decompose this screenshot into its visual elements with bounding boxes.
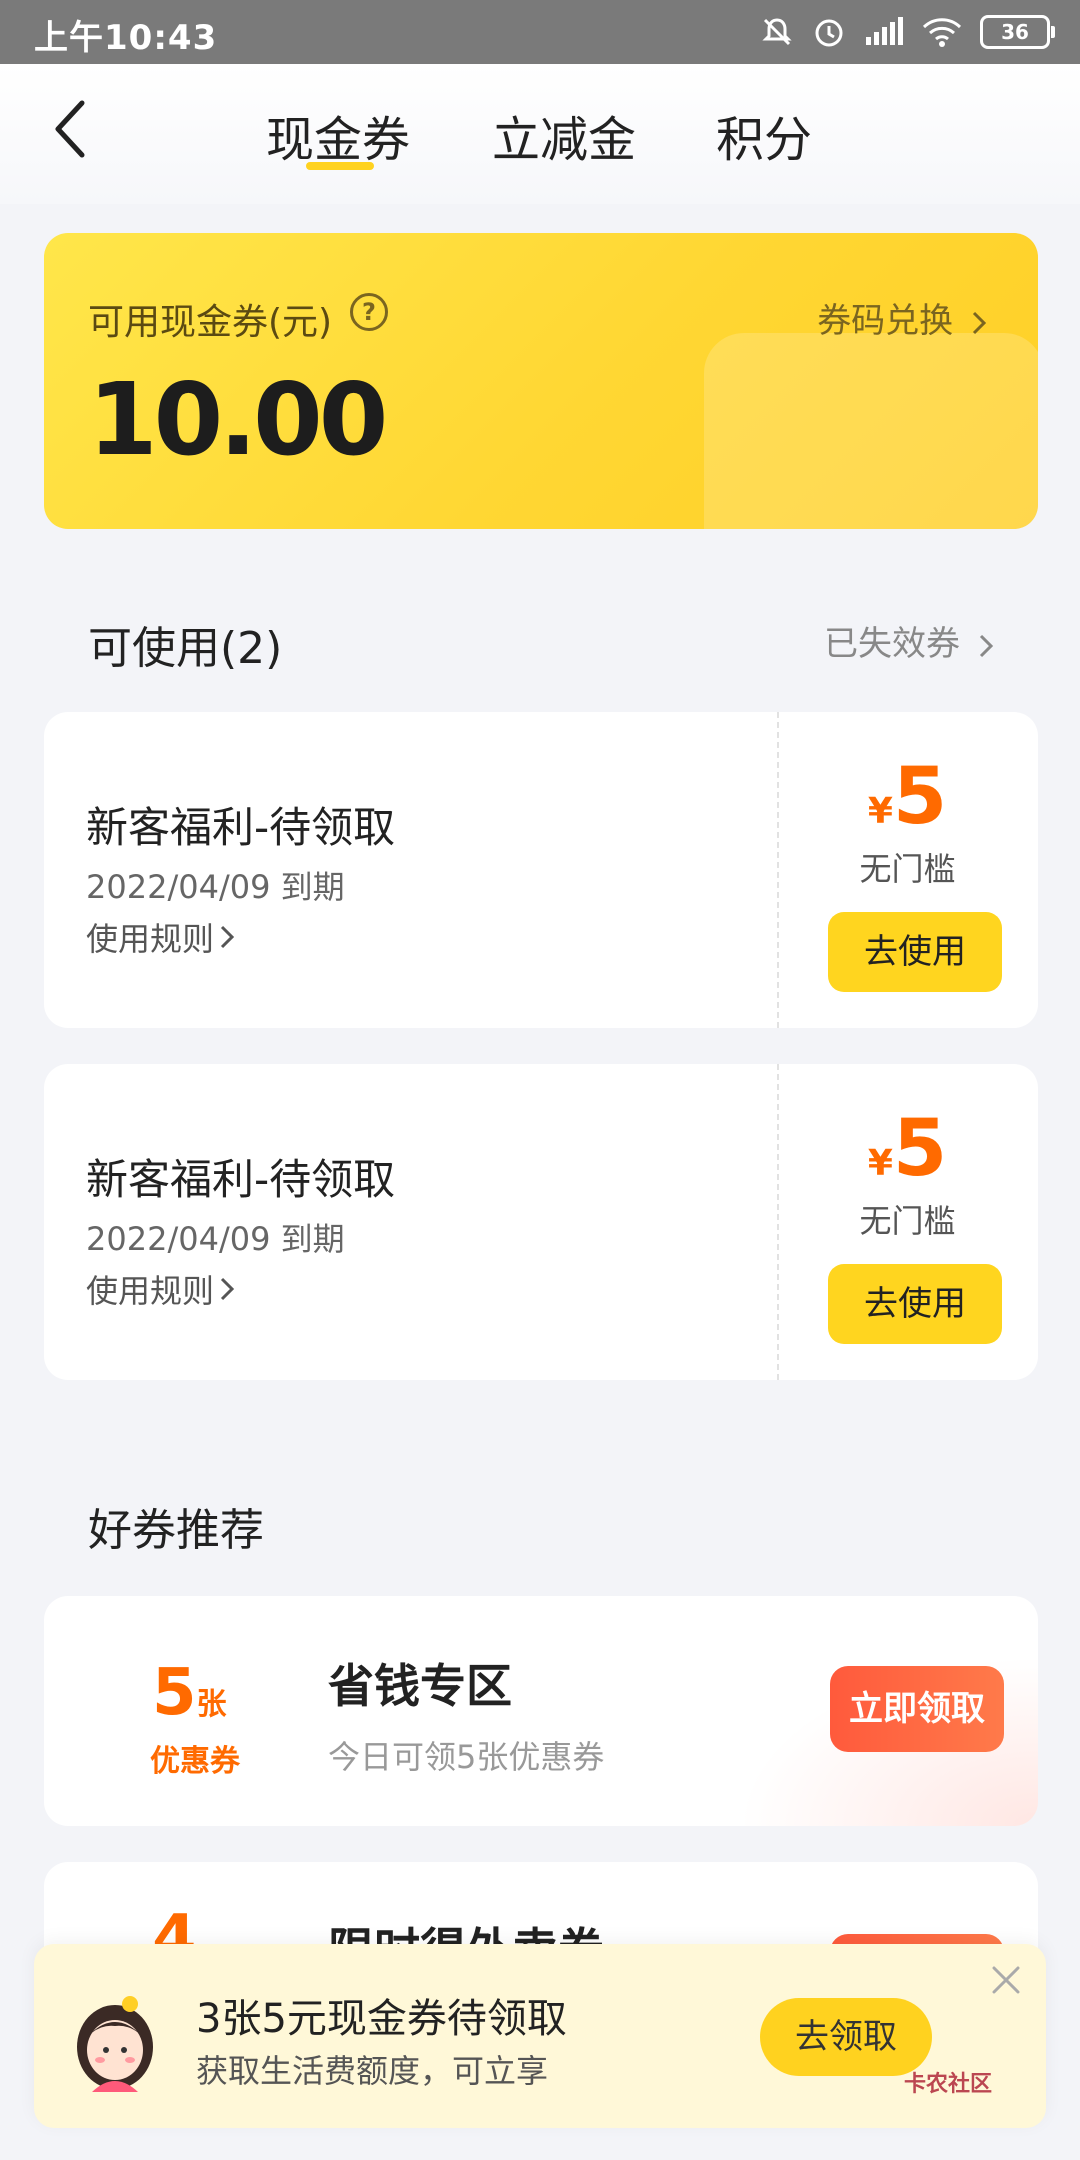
coupon-count: 5张 (152, 1656, 227, 1730)
status-time: 上午10:43 (34, 18, 218, 58)
card-decoration (704, 333, 1038, 529)
banner-title: 3张5元现金券待领取 (196, 1996, 567, 2042)
back-button[interactable] (40, 94, 100, 164)
wifi-icon (922, 17, 962, 47)
alarm-icon (812, 15, 846, 49)
recommend-title: 省钱专区 (328, 1659, 512, 1713)
chevron-right-icon (220, 925, 235, 949)
coupon-condition: 无门槛 (859, 850, 956, 888)
usage-rules-label: 使用规则 (86, 1272, 215, 1310)
coupon-amount: ¥5 (777, 752, 1038, 842)
available-section-title: 可使用(2) (88, 623, 283, 674)
banner-subtitle: 获取生活费额度，可立享 (196, 2052, 549, 2090)
expired-coupons-label: 已失效券 (824, 624, 960, 664)
watermark-logo: 卡农社区 (904, 2072, 993, 2097)
help-icon[interactable]: ? (350, 293, 388, 331)
usage-rules-link[interactable]: 使用规则 (86, 1266, 236, 1312)
chevron-right-icon (979, 634, 993, 657)
mute-bell-icon (760, 15, 794, 49)
claim-now-button[interactable]: 立即领取 (830, 1666, 1004, 1752)
recommend-desc: 今日可领5张优惠券 (328, 1738, 605, 1776)
coupon-count-number: 5 (152, 1656, 197, 1730)
recommend-card[interactable]: 5张 优惠券 省钱专区 今日可领5张优惠券 立即领取 (44, 1596, 1038, 1826)
usage-rules-label: 使用规则 (86, 920, 215, 958)
currency-symbol: ¥ (867, 791, 893, 832)
close-icon (992, 1966, 1020, 1994)
coupon-value: 5 (892, 1104, 948, 1194)
coupon-condition: 无门槛 (859, 1202, 956, 1240)
tab-cash-coupon[interactable]: 现金券 (266, 100, 410, 170)
status-bar: 上午10:43 36 (0, 0, 1080, 64)
tab-points[interactable]: 积分 (716, 100, 812, 170)
coupon-count-label: 优惠券 (150, 1744, 240, 1779)
chevron-left-icon (55, 100, 85, 158)
use-coupon-button[interactable]: 去使用 (828, 912, 1002, 992)
coupon-card: 新客福利-待领取 2022/04/09 到期 使用规则 ¥5 无门槛 去使用 (44, 1064, 1038, 1380)
expired-coupons-link[interactable]: 已失效券 (824, 616, 995, 665)
coupon-card: 新客福利-待领取 2022/04/09 到期 使用规则 ¥5 无门槛 去使用 (44, 712, 1038, 1028)
signal-icon (864, 17, 904, 47)
balance-card: 可用现金券(元) ? 券码兑换 10.00 (44, 233, 1038, 529)
chevron-right-icon (972, 311, 987, 334)
tab-instant-discount[interactable]: 立减金 (492, 100, 636, 170)
coupon-title: 新客福利-待领取 (86, 1155, 396, 1204)
redeem-code-link[interactable]: 券码兑换 (817, 293, 988, 342)
balance-label: 可用现金券(元) (88, 302, 333, 343)
go-claim-button[interactable]: 去领取 (760, 1998, 932, 2076)
balance-amount: 10.00 (88, 361, 388, 478)
status-icons: 36 (760, 12, 1055, 52)
chevron-right-icon (220, 1277, 235, 1301)
usage-rules-link[interactable]: 使用规则 (86, 914, 236, 960)
battery-icon: 36 (980, 15, 1055, 49)
coupon-value: 5 (892, 752, 948, 842)
close-button[interactable] (986, 1960, 1026, 2000)
recommend-section-title: 好券推荐 (88, 1505, 264, 1556)
promo-banner[interactable]: 3张5元现金券待领取 获取生活费额度，可立享 去领取 卡农社区 (34, 1944, 1046, 2128)
currency-symbol: ¥ (867, 1143, 893, 1184)
use-coupon-button[interactable]: 去使用 (828, 1264, 1002, 1344)
avatar (70, 1992, 160, 2092)
active-tab-indicator (306, 162, 374, 170)
coupon-amount: ¥5 (777, 1104, 1038, 1194)
redeem-code-label: 券码兑换 (817, 301, 954, 341)
top-nav: 现金券 立减金 积分 (0, 64, 1080, 204)
coupon-expiry: 2022/04/09 到期 (86, 868, 345, 906)
coupon-expiry: 2022/04/09 到期 (86, 1220, 345, 1258)
coupon-count-unit: 张 (196, 1687, 227, 1722)
coupon-title: 新客福利-待领取 (86, 803, 396, 852)
